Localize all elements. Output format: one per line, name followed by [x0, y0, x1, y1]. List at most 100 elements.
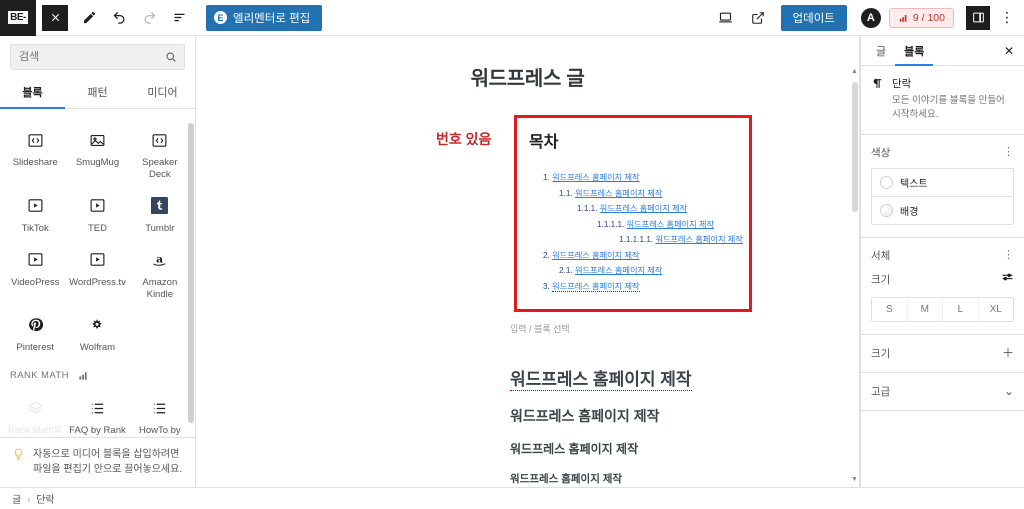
- undo-button[interactable]: [104, 3, 134, 33]
- site-logo[interactable]: BE-: [0, 0, 36, 36]
- block-item-ted[interactable]: TED: [66, 187, 128, 239]
- heading-h3[interactable]: 워드프레스 홈페이지 제작: [510, 396, 859, 431]
- empty-block-placeholder[interactable]: 입력 / 블록 선택: [510, 322, 859, 335]
- color-option-text[interactable]: 텍스트: [872, 169, 1013, 196]
- pinterest-icon: [24, 314, 46, 336]
- font-size-l[interactable]: L: [942, 297, 978, 321]
- toc-item[interactable]: 1.1.1.1. 워드프레스 홈페이지 제작: [529, 217, 737, 233]
- block-item-faq-by-rank-math[interactable]: FAQ by Rank Math: [66, 389, 128, 437]
- toc-item-link[interactable]: 워드프레스 홈페이지 제작: [600, 204, 687, 213]
- toc-item-link[interactable]: 워드프레스 홈페이지 제작: [552, 173, 639, 182]
- color-option-background[interactable]: 배경: [872, 195, 1013, 224]
- block-item-howto-by-rank-math[interactable]: HowTo by Rank Math: [129, 389, 191, 437]
- page-title[interactable]: 워드프레스 글: [196, 36, 859, 111]
- close-icon[interactable]: ✕: [1000, 44, 1018, 58]
- block-item-wolfram[interactable]: Wolfram: [66, 306, 128, 358]
- toc-item-link[interactable]: 워드프레스 홈페이지 제작: [575, 189, 662, 198]
- media-drag-hint-text: 자동으로 미디어 블록을 삽입하려면 파일을 편집기 안으로 끌어놓으세요.: [33, 449, 183, 475]
- video-play-icon: [86, 249, 108, 271]
- toc-item[interactable]: 2. 워드프레스 홈페이지 제작: [529, 248, 737, 264]
- font-size-m[interactable]: M: [906, 297, 943, 321]
- font-size-s[interactable]: S: [872, 298, 907, 321]
- view-post-external-link-icon[interactable]: [743, 3, 773, 33]
- toc-item-link[interactable]: 워드프레스 홈페이지 제작: [552, 251, 639, 260]
- block-item-wordpress-tv[interactable]: WordPress.tv: [66, 241, 128, 305]
- toc-list: 1. 워드프레스 홈페이지 제작 1.1. 워드프레스 홈페이지 제작 1.1.…: [529, 170, 743, 295]
- toc-item-link[interactable]: 워드프레스 홈페이지 제작: [627, 220, 714, 229]
- toolbar-right-group: 업데이트 A 9 / 100 ⋮: [711, 3, 1024, 33]
- heading-h5[interactable]: 워드프레스 홈페이지 제작: [510, 462, 859, 487]
- edit-with-elementor-label: 엘리멘터로 편집: [233, 12, 311, 25]
- update-button[interactable]: 업데이트: [780, 4, 847, 31]
- list-view-button[interactable]: [164, 3, 194, 33]
- block-item-tiktok[interactable]: TikTok: [4, 187, 66, 239]
- toc-item[interactable]: 3. 워드프레스 홈페이지 제작: [529, 279, 737, 295]
- block-item-speaker-deck[interactable]: Speaker Deck: [129, 121, 191, 185]
- search-input[interactable]: [11, 51, 184, 63]
- breadcrumb-item-post[interactable]: 글: [12, 491, 21, 506]
- edit-mode-pencil-icon[interactable]: [74, 3, 104, 33]
- plus-icon[interactable]: ＋: [1002, 347, 1014, 359]
- preview-device-icon[interactable]: [711, 3, 741, 33]
- size-settings-icon[interactable]: [1001, 271, 1014, 289]
- redo-button[interactable]: [134, 3, 164, 33]
- table-of-contents-block[interactable]: 목차 1. 워드프레스 홈페이지 제작 1.1. 워드프레스 홈페이지 제작 1…: [514, 115, 752, 312]
- inserter-tab-media[interactable]: 미디어: [130, 76, 195, 109]
- editor-canvas[interactable]: 워드프레스 글 번호 있음 목차 1. 워드프레스 홈페이지 제작 1.1. 워…: [196, 36, 860, 487]
- search-icon: [165, 51, 177, 63]
- toc-item-number: 3.: [543, 282, 550, 292]
- chevron-down-icon[interactable]: ⌄: [1004, 385, 1014, 397]
- seo-score-badge[interactable]: 9 / 100: [888, 7, 954, 28]
- wordpress-block-editor: BE- E 엘리멘터로 편집 업데이트 A 9 / 100 ⋮ 검색 블록 패턴…: [0, 0, 1024, 509]
- block-item-pinterest[interactable]: Pinterest: [4, 306, 66, 358]
- svg-text:a: a: [156, 252, 163, 265]
- inserter-tab-blocks[interactable]: 블록: [0, 76, 65, 109]
- edit-with-elementor-button[interactable]: E 엘리멘터로 편집: [206, 4, 323, 31]
- toc-item[interactable]: 1. 워드프레스 홈페이지 제작: [529, 170, 737, 186]
- toc-item-link[interactable]: 워드프레스 홈페이지 제작: [575, 266, 662, 275]
- toc-item[interactable]: 1.1. 워드프레스 홈페이지 제작: [529, 186, 737, 202]
- block-item-slideshare[interactable]: Slideshare: [4, 121, 66, 185]
- heading-h2[interactable]: 워드프레스 홈페이지 제작: [510, 353, 859, 396]
- inserter-scrollbar[interactable]: [188, 115, 194, 435]
- selected-block-name: 단락: [892, 78, 912, 90]
- block-grid: Slideshare SmugMug Speaker Deck TikTok T…: [0, 115, 195, 358]
- settings-sidebar-toggle[interactable]: [966, 5, 990, 30]
- toc-item[interactable]: 1.1.1.1.1. 워드프레스 홈페이지 제작: [529, 232, 743, 248]
- block-item-label: HowTo by Rank Math: [138, 425, 181, 437]
- typography-panel: 서체 ⋮ 크기 S M L XL: [861, 238, 1024, 335]
- block-item-videopress[interactable]: VideoPress: [4, 241, 66, 305]
- dimensions-panel[interactable]: 크기 ＋: [861, 335, 1024, 373]
- avatar[interactable]: A: [860, 7, 881, 28]
- layers-icon: [24, 397, 46, 419]
- canvas-scroll-down-arrow[interactable]: ▼: [850, 476, 859, 486]
- tab-post[interactable]: 글: [867, 37, 895, 66]
- color-options-list: 텍스트 배경: [871, 167, 1014, 225]
- color-panel-kebab-menu-icon[interactable]: ⋮: [1003, 147, 1014, 157]
- inserter-tabs: 블록 패턴 미디어: [0, 76, 195, 109]
- advanced-panel[interactable]: 고급 ⌄: [861, 373, 1024, 411]
- settings-sidebar: 글 블록 ✕ 단락 모든 이야기를 블록을 만들어 시작하세요. 색상 ⋮ 텍스…: [860, 36, 1024, 487]
- list-icon: [86, 397, 108, 419]
- toc-item[interactable]: 1.1.1. 워드프레스 홈페이지 제작: [529, 201, 737, 217]
- selected-block-card: 단락 모든 이야기를 블록을 만들어 시작하세요.: [861, 66, 1024, 135]
- block-search-box[interactable]: [10, 44, 185, 70]
- editor-options-kebab-menu-icon[interactable]: ⋮: [996, 5, 1018, 31]
- typography-panel-kebab-menu-icon[interactable]: ⋮: [1003, 250, 1014, 260]
- toc-item-link[interactable]: 워드프레스 홈페이지 제작: [655, 235, 742, 244]
- heading-h4[interactable]: 워드프레스 홈페이지 제작: [510, 431, 859, 462]
- inserter-tab-patterns[interactable]: 패턴: [65, 76, 130, 109]
- block-item-amazon-kindle[interactable]: a Amazon Kindle: [129, 241, 191, 305]
- font-size-xl[interactable]: XL: [977, 297, 1014, 321]
- list-icon: [149, 397, 171, 419]
- toc-item-link[interactable]: 워드프레스 홈페이지 제작: [552, 282, 640, 293]
- block-item-tumblr[interactable]: Tumblr: [129, 187, 191, 239]
- tab-block[interactable]: 블록: [895, 37, 934, 66]
- toc-item[interactable]: 2.1. 워드프레스 홈페이지 제작: [529, 263, 737, 279]
- breadcrumb-item-paragraph[interactable]: 단락: [36, 491, 54, 506]
- close-editor-button[interactable]: [42, 4, 68, 31]
- block-item-smugmug[interactable]: SmugMug: [66, 121, 128, 185]
- canvas-scrollbar[interactable]: [852, 72, 858, 487]
- block-item-rank-math-toc[interactable]: Rank Math의 목록 목차: [4, 389, 66, 437]
- selected-block-description: 모든 이야기를 블록을 만들어 시작하세요.: [892, 95, 1005, 120]
